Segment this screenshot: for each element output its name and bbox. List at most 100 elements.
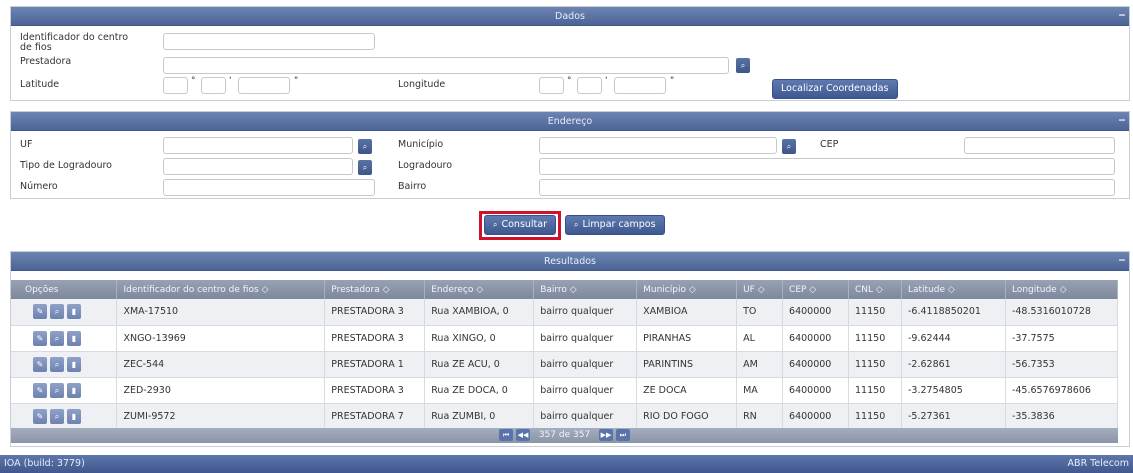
- cell-identificador: ZED-2930: [116, 377, 326, 404]
- table-row: ✎ ⌕ ▮ ZEC-544 PRESTADORA 1 Rua ZE ACU, 0 b…: [11, 351, 1119, 378]
- id-centro-label: Identificador do centro de fios: [20, 32, 129, 53]
- prev-page-icon[interactable]: ◀◀: [515, 429, 530, 441]
- resultados-collapse-button[interactable]: −: [1115, 252, 1129, 271]
- view-icon[interactable]: ⌕: [50, 382, 64, 398]
- prestadora-label: Prestadora: [20, 56, 72, 67]
- longitude-degrees-input[interactable]: [539, 77, 564, 94]
- edit-icon[interactable]: ✎: [33, 382, 47, 398]
- id-centro-input[interactable]: [163, 33, 375, 50]
- edit-icon[interactable]: ✎: [33, 330, 47, 346]
- tipo-logradouro-search-icon[interactable]: ⌕: [358, 160, 372, 175]
- prestadora-search-icon[interactable]: ⌕: [736, 58, 750, 73]
- consultar-button[interactable]: ⌕ Consultar: [484, 215, 557, 235]
- longitude-second-symbol: ": [670, 76, 675, 86]
- bairro-input[interactable]: [539, 179, 1115, 196]
- delete-icon[interactable]: ▮: [67, 304, 81, 320]
- pagination-bar: ⏮ ◀◀ 357 de 357 ▶▶ ⏭: [11, 428, 1118, 443]
- cell-cep: 6400000: [782, 351, 850, 378]
- cell-longitude: -35.3836: [1005, 403, 1119, 430]
- limpar-campos-button[interactable]: ⌕ Limpar campos: [565, 215, 665, 235]
- cell-prestadora: PRESTADORA 7: [324, 403, 426, 430]
- column-header[interactable]: CEP ◇: [782, 280, 850, 299]
- cep-label: CEP: [820, 139, 839, 150]
- endereco-title: Endereço: [547, 116, 593, 127]
- latitude-minutes-input[interactable]: [201, 77, 226, 94]
- latitude-degrees-input[interactable]: [163, 77, 188, 94]
- row-options: ✎ ⌕ ▮: [11, 299, 118, 326]
- dados-panel-header[interactable]: Dados −: [11, 7, 1129, 26]
- municipio-search-icon[interactable]: ⌕: [782, 139, 796, 154]
- latitude-degree-symbol: °: [191, 76, 196, 86]
- last-page-icon[interactable]: ⏭: [615, 429, 630, 441]
- cell-cnl: 11150: [848, 299, 902, 326]
- cell-bairro: bairro qualquer: [533, 299, 638, 326]
- cell-uf: MA: [736, 377, 784, 404]
- row-options: ✎ ⌕ ▮: [11, 377, 118, 404]
- column-header[interactable]: Longitude ◇: [1005, 280, 1119, 299]
- row-options: ✎ ⌕ ▮: [11, 403, 118, 430]
- endereco-panel-header[interactable]: Endereço −: [11, 112, 1129, 131]
- column-header[interactable]: Identificador do centro de fios ◇: [116, 280, 326, 299]
- first-page-icon[interactable]: ⏮: [499, 429, 514, 441]
- cell-cnl: 11150: [848, 351, 902, 378]
- column-header[interactable]: CNL ◇: [848, 280, 902, 299]
- build-info: IOA (build: 3779): [4, 458, 85, 469]
- column-header[interactable]: Prestadora ◇: [324, 280, 426, 299]
- edit-icon[interactable]: ✎: [33, 304, 47, 320]
- tipo-logradouro-input[interactable]: [163, 158, 353, 175]
- longitude-degree-symbol: °: [567, 76, 572, 86]
- cell-municipio: PIRANHAS: [636, 325, 738, 352]
- cell-uf: AM: [736, 351, 784, 378]
- cell-latitude: -5.27361: [901, 403, 1006, 430]
- column-header[interactable]: UF ◇: [736, 280, 784, 299]
- longitude-minute-symbol: ': [605, 76, 608, 86]
- column-header[interactable]: Bairro ◇: [533, 280, 638, 299]
- cell-cep: 6400000: [782, 377, 850, 404]
- cell-latitude: -6.4118850201: [901, 299, 1006, 326]
- edit-icon[interactable]: ✎: [33, 408, 47, 424]
- endereco-collapse-button[interactable]: −: [1115, 112, 1129, 131]
- dados-title: Dados: [555, 11, 585, 22]
- municipio-label: Município: [398, 139, 444, 150]
- view-icon[interactable]: ⌕: [50, 304, 64, 320]
- numero-input[interactable]: [163, 179, 375, 196]
- column-header[interactable]: Município ◇: [636, 280, 738, 299]
- limpar-label: Limpar campos: [582, 219, 656, 230]
- cell-longitude: -48.5316010728: [1005, 299, 1119, 326]
- longitude-minutes-input[interactable]: [577, 77, 602, 94]
- latitude-second-symbol: ": [294, 76, 299, 86]
- delete-icon[interactable]: ▮: [67, 330, 81, 346]
- logradouro-input[interactable]: [539, 158, 1115, 175]
- column-header[interactable]: Endereço ◇: [424, 280, 535, 299]
- cell-uf: TO: [736, 299, 784, 326]
- delete-icon[interactable]: ▮: [67, 356, 81, 372]
- longitude-seconds-input[interactable]: [614, 77, 666, 94]
- cell-prestadora: PRESTADORA 3: [324, 325, 426, 352]
- prestadora-input[interactable]: [163, 57, 729, 74]
- localizar-coordenadas-button[interactable]: Localizar Coordenadas: [772, 79, 898, 99]
- cell-municipio: ZE DOCA: [636, 377, 738, 404]
- cell-uf: AL: [736, 325, 784, 352]
- cep-input[interactable]: [964, 137, 1115, 154]
- column-header[interactable]: Latitude ◇: [901, 280, 1006, 299]
- cell-endereco: Rua ZE DOCA, 0: [424, 377, 535, 404]
- delete-icon[interactable]: ▮: [67, 408, 81, 424]
- limpar-search-icon: ⌕: [574, 220, 579, 229]
- municipio-input[interactable]: [539, 137, 777, 154]
- row-options: ✎ ⌕ ▮: [11, 325, 118, 352]
- uf-search-icon[interactable]: ⌕: [358, 139, 372, 154]
- view-icon[interactable]: ⌕: [50, 408, 64, 424]
- resultados-panel-header[interactable]: Resultados −: [11, 252, 1129, 271]
- view-icon[interactable]: ⌕: [50, 330, 64, 346]
- view-icon[interactable]: ⌕: [50, 356, 64, 372]
- dados-collapse-button[interactable]: −: [1115, 7, 1129, 26]
- cell-uf: RN: [736, 403, 784, 430]
- latitude-seconds-input[interactable]: [238, 77, 290, 94]
- cell-cep: 6400000: [782, 325, 850, 352]
- delete-icon[interactable]: ▮: [67, 382, 81, 398]
- next-page-icon[interactable]: ▶▶: [599, 429, 614, 441]
- uf-input[interactable]: [163, 137, 353, 154]
- results-header-row: Opções Identificador do centro de fios ◇…: [11, 280, 1119, 299]
- row-options: ✎ ⌕ ▮: [11, 351, 118, 378]
- edit-icon[interactable]: ✎: [33, 356, 47, 372]
